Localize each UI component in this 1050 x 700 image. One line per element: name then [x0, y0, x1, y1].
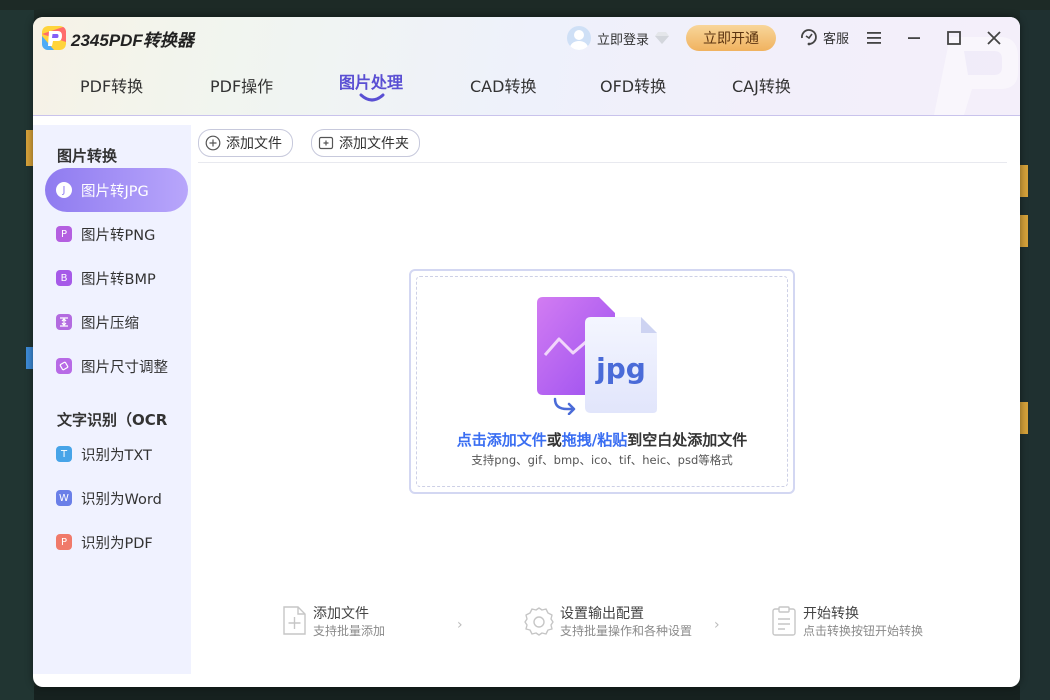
image-to-jpg-illustration-icon: jpg [537, 297, 657, 415]
sidebar-item-image-resize[interactable]: 图片尺寸调整 [45, 344, 188, 388]
pdf-icon: P [56, 534, 72, 550]
add-file-step-icon [283, 606, 306, 635]
plus-circle-icon [205, 135, 221, 151]
click-add-file-link[interactable]: 点击添加文件 [457, 431, 547, 449]
jpg-icon: J [56, 182, 72, 198]
minimize-button[interactable] [903, 27, 925, 49]
add-file-button[interactable]: 添加文件 [198, 129, 293, 157]
step-subtitle: 点击转换按钮开始转换 [803, 624, 924, 638]
word-icon: W [56, 490, 72, 506]
drop-zone-instruction: 点击添加文件或拖拽/粘贴到空白处添加文件 [456, 431, 748, 449]
maximize-icon [947, 31, 961, 45]
sidebar-item-label: 图片尺寸调整 [81, 359, 168, 376]
step-start-convert: 开始转换 点击转换按钮开始转换 [771, 606, 923, 640]
tab-pdf-convert[interactable]: PDF转换 [80, 73, 143, 97]
vip-diamond-icon [655, 32, 670, 44]
clipboard-list-icon [772, 606, 796, 636]
step-title: 设置输出配置 [560, 606, 644, 622]
supported-formats: 支持png、gif、bmp、ico、tif、heic、psd等格式 [471, 453, 733, 467]
sidebar: 图片转换 J 图片转JPG P 图片转PNG B 图片转BMP 图片压缩 图片尺… [33, 125, 191, 674]
sidebar-item-image-to-bmp[interactable]: B 图片转BMP [45, 256, 188, 300]
close-button[interactable] [983, 27, 1005, 49]
step-output-settings: 设置输出配置 支持批量操作和各种设置 [524, 606, 692, 640]
sidebar-item-ocr-txt[interactable]: T 识别为TXT [45, 432, 188, 476]
sidebar-item-label: 图片压缩 [81, 315, 139, 332]
step-add-file: 添加文件 支持批量添加 [281, 606, 385, 640]
vip-activate-button[interactable]: 立即开通 [686, 25, 776, 51]
sidebar-item-image-to-png[interactable]: P 图片转PNG [45, 212, 188, 256]
sidebar-item-label: 识别为Word [81, 491, 162, 508]
step-subtitle: 支持批量添加 [313, 624, 386, 638]
tab-cad-convert[interactable]: CAD转换 [470, 73, 536, 97]
add-file-label: 添加文件 [226, 136, 282, 152]
sidebar-item-ocr-pdf[interactable]: P 识别为PDF [45, 520, 188, 564]
step-arrow-icon: › [457, 617, 463, 633]
desktop-thumbnail [1020, 402, 1028, 434]
sidebar-section-image-convert: 图片转换 [57, 147, 118, 165]
resize-icon [56, 358, 72, 374]
tab-ofd-convert[interactable]: OFD转换 [600, 73, 666, 97]
compress-icon [56, 314, 72, 330]
add-folder-button[interactable]: 添加文件夹 [311, 129, 420, 157]
close-icon [987, 31, 1001, 45]
sidebar-item-image-to-jpg[interactable]: J 图片转JPG [45, 168, 188, 212]
active-tab-indicator [359, 93, 385, 102]
tab-pdf-operate[interactable]: PDF操作 [210, 73, 273, 97]
desktop-right-edge [1020, 10, 1050, 700]
minimize-icon [908, 37, 920, 39]
app-title: 2345PDF转换器 [71, 31, 194, 50]
step-arrow-icon: › [714, 617, 720, 633]
main-tabs: PDF转换 PDF操作 图片处理 CAD转换 OFD转换 CAJ转换 [33, 69, 1020, 109]
app-window: 2345PDF转换器 立即登录 立即开通 客服 PDF转换 PDF操作 图片处理… [33, 17, 1020, 687]
svg-text:jpg: jpg [595, 352, 646, 385]
headset-icon [801, 29, 817, 46]
sidebar-item-label: 图片转JPG [81, 183, 149, 200]
tab-caj-convert[interactable]: CAJ转换 [732, 73, 791, 97]
gear-icon [524, 607, 554, 636]
desktop-thumbnail [1020, 165, 1028, 197]
menu-button[interactable] [863, 27, 885, 49]
sidebar-item-label: 图片转BMP [81, 271, 156, 288]
desktop-bottom-edge [34, 686, 1020, 700]
sidebar-item-label: 图片转PNG [81, 227, 156, 244]
login-link[interactable]: 立即登录 [597, 29, 649, 48]
sidebar-item-ocr-word[interactable]: W 识别为Word [45, 476, 188, 520]
add-folder-label: 添加文件夹 [339, 136, 409, 152]
avatar[interactable] [567, 26, 591, 50]
toolbar-divider [198, 162, 1007, 163]
step-title: 开始转换 [803, 606, 859, 622]
hamburger-menu-icon [867, 32, 881, 44]
title-bar: 2345PDF转换器 立即登录 立即开通 客服 PDF转换 PDF操作 图片处理… [33, 17, 1020, 116]
login-area[interactable]: 立即登录 [567, 25, 670, 51]
sidebar-item-image-compress[interactable]: 图片压缩 [45, 300, 188, 344]
sidebar-item-label: 识别为TXT [81, 447, 152, 464]
png-icon: P [56, 226, 72, 242]
maximize-button[interactable] [943, 27, 965, 49]
tab-image-process[interactable]: 图片处理 [339, 69, 403, 93]
txt-icon: T [56, 446, 72, 462]
bmp-icon: B [56, 270, 72, 286]
customer-service-label: 客服 [823, 31, 850, 47]
app-logo-icon [42, 26, 66, 50]
customer-service-button[interactable]: 客服 [799, 27, 849, 47]
desktop-thumbnail [1020, 215, 1028, 247]
add-folder-icon [318, 136, 334, 150]
step-title: 添加文件 [313, 606, 369, 622]
file-drop-zone[interactable]: jpg 点击添加文件或拖拽/粘贴到空白处添加文件 支持png、gif、bmp、i… [409, 269, 795, 494]
sidebar-item-label: 识别为PDF [81, 535, 153, 552]
step-subtitle: 支持批量操作和各种设置 [560, 624, 693, 638]
sidebar-section-ocr: 文字识别（OCR [57, 411, 168, 429]
